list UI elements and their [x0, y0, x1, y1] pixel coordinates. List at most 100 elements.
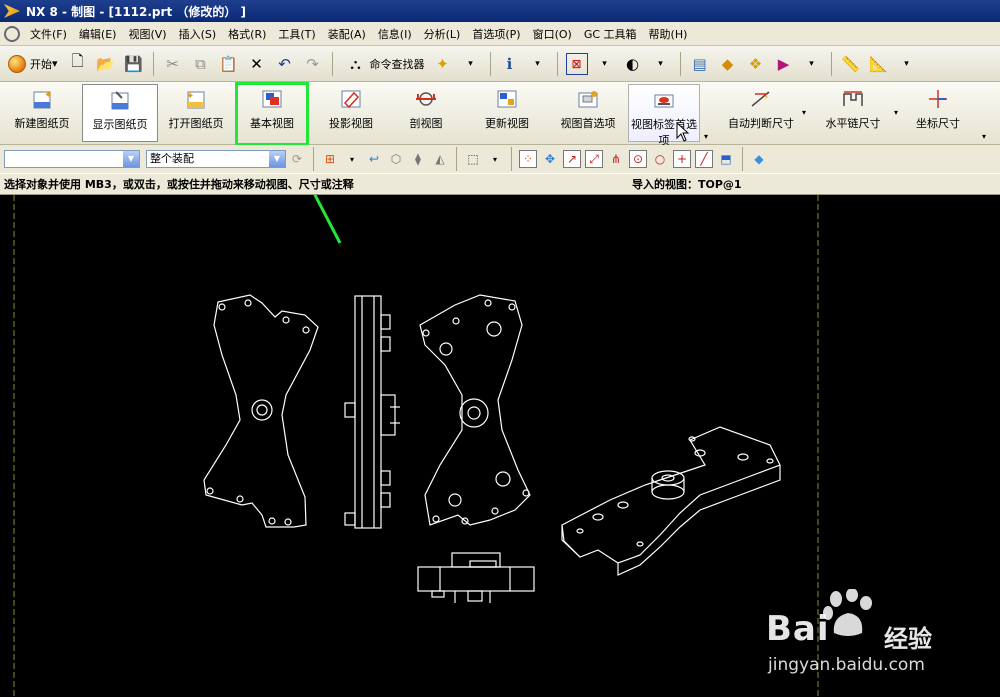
part-navigator-icon[interactable]: ▤ [689, 53, 711, 75]
separator [313, 147, 314, 171]
chevron-down-icon: ▼ [269, 151, 285, 167]
snap-point-on-curve-icon[interactable]: ╱ [695, 150, 713, 168]
front-view[interactable] [203, 294, 319, 528]
view-prefs-label: 视图首选项 [560, 117, 616, 130]
app-menu-icon[interactable] [4, 25, 20, 42]
info-icon[interactable]: ℹ [499, 53, 521, 75]
chevron-down-icon[interactable]: ▾ [527, 53, 549, 75]
layer-visible-icon[interactable]: ❖ [745, 53, 767, 75]
menu-view[interactable]: 视图(V) [122, 26, 172, 42]
undo-icon[interactable]: ↶ [274, 53, 296, 75]
select-solid-icon[interactable]: ⬡ [387, 150, 405, 168]
command-finder-button[interactable]: ⛬ 命令查找器 [338, 53, 429, 75]
projected-view-button[interactable]: 投影视图 [318, 84, 384, 142]
auto-dim-button[interactable]: ⚡ 自动判断尺寸 [722, 84, 800, 142]
snap-endpoint-icon[interactable]: ↗ [563, 150, 581, 168]
new-sheet-button[interactable]: ✦ 新建图纸页 [8, 84, 76, 142]
menu-file[interactable]: 文件(F) [24, 26, 73, 42]
redo-icon[interactable]: ↷ [302, 53, 324, 75]
coord-dim-button[interactable]: 坐标尺寸 [910, 84, 966, 142]
menu-assembly[interactable]: 装配(A) [322, 26, 372, 42]
menu-help[interactable]: 帮助(H) [643, 26, 694, 42]
menu-format[interactable]: 格式(R) [222, 26, 272, 42]
measure-distance-icon[interactable]: 📏 [840, 53, 862, 75]
selection-scope-select[interactable]: 整个装配 ▼ [146, 150, 286, 168]
view-prefs-button[interactable]: 视图首选项 [554, 84, 622, 142]
title-bar: NX 8 - 制图 - [1112.prt （修改的） ] [0, 0, 1000, 22]
filter-reset-icon[interactable]: ⟳ [288, 150, 306, 168]
move-layer-icon[interactable]: ▶ [773, 53, 795, 75]
snap-center-icon[interactable]: ⊙ [629, 150, 647, 168]
general-select-icon[interactable]: ⊞ [321, 150, 339, 168]
separator [152, 51, 154, 76]
standard-toolbar: 开始 ▾ 🗋 📂 💾 ✂ ⧉ 📋 ✕ ↶ ↷ ⛬ 命令查找器 ✦ ▾ ℹ ▾ ⊠… [0, 46, 1000, 82]
separator [511, 147, 512, 171]
paste-icon[interactable]: 📋 [218, 53, 240, 75]
menu-insert[interactable]: 插入(S) [173, 26, 223, 42]
chevron-down-icon[interactable]: ▾ [896, 53, 918, 75]
top-view[interactable] [419, 294, 531, 526]
chevron-down-icon[interactable]: ▾ [802, 108, 806, 117]
rectangle-select-icon[interactable]: ⬚ [464, 150, 482, 168]
menu-window[interactable]: 窗口(O) [527, 26, 578, 42]
horiz-chain-dim-icon [841, 88, 865, 110]
chevron-down-icon[interactable]: ▾ [894, 108, 898, 117]
select-feature-icon[interactable]: ⧫ [409, 150, 427, 168]
cut-icon[interactable]: ✂ [162, 53, 184, 75]
chevron-down-icon[interactable]: ▾ [460, 53, 482, 75]
layer-settings-icon[interactable]: ◆ [717, 53, 739, 75]
select-mode-icon[interactable]: ↩ [365, 150, 383, 168]
menu-edit[interactable]: 编辑(E) [73, 26, 123, 42]
chevron-down-icon[interactable]: ▾ [982, 132, 986, 141]
status-bar: 选择对象并使用 MB3，或双击，或按住并拖动来移动视图、尺寸或注释 导入的视图：… [0, 173, 1000, 195]
menu-analysis[interactable]: 分析(L) [418, 26, 467, 42]
select-body-icon[interactable]: ◭ [431, 150, 449, 168]
chevron-down-icon[interactable]: ▾ [704, 132, 708, 141]
magic-wand-icon[interactable]: ✦ [432, 53, 454, 75]
view-prefs-icon [576, 88, 600, 110]
chevron-down-icon: ▾ [52, 57, 58, 70]
side-view[interactable] [344, 295, 400, 529]
chevron-down-icon[interactable]: ▾ [486, 150, 504, 168]
snap-points-icon[interactable]: ⁘ [519, 150, 537, 168]
snap-existing-point-icon[interactable]: ⬒ [717, 150, 735, 168]
open-sheet-button[interactable]: ✦ 打开图纸页 [162, 84, 230, 142]
chevron-down-icon[interactable]: ▾ [343, 150, 361, 168]
isometric-view[interactable] [561, 426, 781, 576]
baidu-watermark: Bai 经验 jingyan.baidu.com [760, 585, 1000, 697]
chevron-down-icon[interactable]: ▾ [650, 53, 672, 75]
horiz-chain-dim-button[interactable]: 水平链尺寸 [818, 84, 888, 142]
new-file-icon[interactable]: 🗋 [67, 52, 89, 75]
open-folder-icon[interactable]: 📂 [95, 53, 117, 75]
snap-intersection-icon[interactable]: + [673, 150, 691, 168]
menu-gc-toolbox[interactable]: GC 工具箱 [578, 26, 643, 42]
show-sheet-label: 显示图纸页 [92, 118, 148, 131]
delete-icon[interactable]: ✕ [246, 53, 268, 75]
graphics-window[interactable]: Bai 经验 jingyan.baidu.com [0, 139, 1000, 697]
measure-angle-icon[interactable]: 📐 [868, 53, 890, 75]
snap-settings-icon[interactable]: ✥ [541, 150, 559, 168]
render-style-icon[interactable]: ◐ [622, 53, 644, 75]
bottom-view[interactable] [417, 552, 535, 603]
chevron-down-icon[interactable]: ▾ [801, 53, 823, 75]
solid-cube-icon[interactable]: ◆ [750, 150, 768, 168]
fit-view-icon[interactable]: ⊠ [565, 52, 588, 75]
copy-icon[interactable]: ⧉ [190, 53, 212, 75]
update-view-button[interactable]: 更新视图 [474, 84, 540, 142]
separator [556, 51, 558, 76]
show-sheet-icon [108, 89, 132, 111]
start-button[interactable]: 开始 ▾ [6, 51, 64, 77]
menu-tools[interactable]: 工具(T) [272, 26, 321, 42]
menu-preferences[interactable]: 首选项(P) [466, 26, 526, 42]
type-filter-select[interactable]: ▼ [4, 150, 140, 168]
save-icon[interactable]: 💾 [123, 53, 145, 75]
snap-control-icon[interactable]: ⋔ [607, 150, 625, 168]
baidu-jingyan: 经验 [884, 625, 932, 653]
snap-midpoint-icon[interactable]: ⤢ [585, 150, 603, 168]
menu-info[interactable]: 信息(I) [372, 26, 418, 42]
show-sheet-button[interactable]: 显示图纸页 [82, 84, 158, 142]
section-view-button[interactable]: 剖视图 [396, 84, 456, 142]
snap-quadrant-icon[interactable]: ○ [651, 150, 669, 168]
chevron-down-icon[interactable]: ▾ [594, 53, 616, 75]
svg-text:⚡: ⚡ [763, 93, 769, 103]
